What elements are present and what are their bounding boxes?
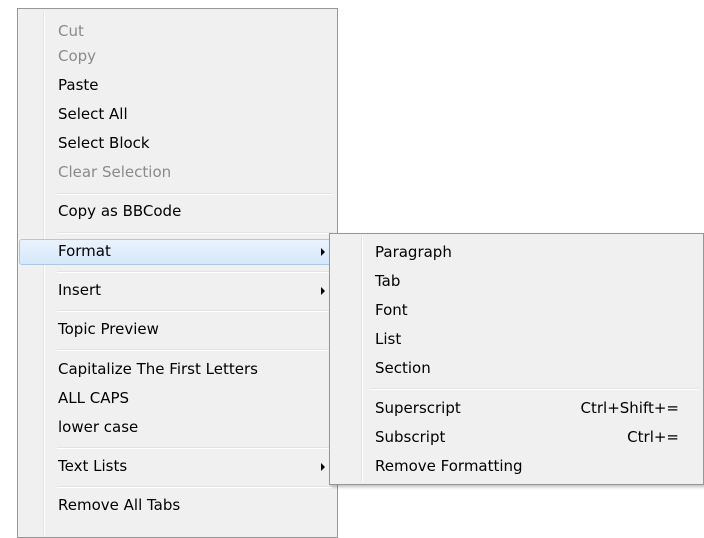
shortcut-label: Ctrl+Shift+= <box>580 399 680 417</box>
menu-item-label: lower case <box>58 418 139 436</box>
format-submenu: Paragraph Tab Font List Section Superscr… <box>329 233 704 485</box>
submenu-arrow-icon <box>321 287 325 295</box>
menu-item-label: Cut <box>58 22 84 40</box>
menu-item-capitalize-first-letters[interactable]: Capitalize The First Letters <box>20 357 335 383</box>
menu-item-select-all[interactable]: Select All <box>20 102 335 128</box>
menu-item-select-block[interactable]: Select Block <box>20 131 335 157</box>
menu-item-insert[interactable]: Insert <box>20 278 335 304</box>
submenu-item-font[interactable]: Font <box>332 298 701 324</box>
submenu-item-subscript[interactable]: Subscript Ctrl+= <box>332 425 701 451</box>
menu-separator <box>57 447 333 449</box>
menu-item-label: Insert <box>58 281 102 299</box>
context-menu: Cut Copy Paste Select All Select Block C… <box>17 8 338 538</box>
menu-item-cut: Cut <box>20 19 335 45</box>
submenu-item-superscript[interactable]: Superscript Ctrl+Shift+= <box>332 396 701 422</box>
menu-item-label: Topic Preview <box>58 320 159 338</box>
menu-item-label: Remove All Tabs <box>58 496 181 514</box>
menu-item-clear-selection: Clear Selection <box>20 160 335 186</box>
menu-item-copy: Copy <box>20 44 335 70</box>
menu-item-label: Subscript <box>375 428 446 446</box>
submenu-item-paragraph[interactable]: Paragraph <box>332 240 701 266</box>
menu-item-remove-all-tabs[interactable]: Remove All Tabs <box>20 493 335 519</box>
menu-separator <box>57 349 333 351</box>
submenu-arrow-icon <box>321 248 325 256</box>
menu-separator <box>57 486 333 488</box>
menu-separator <box>57 193 333 195</box>
menu-item-label: Tab <box>375 272 401 290</box>
menu-separator <box>57 271 333 273</box>
submenu-item-list[interactable]: List <box>332 327 701 353</box>
submenu-arrow-icon <box>321 463 325 471</box>
menu-item-label: Text Lists <box>58 457 128 475</box>
menu-item-label: Copy as BBCode <box>58 202 182 220</box>
menu-separator <box>370 388 699 390</box>
menu-item-all-caps[interactable]: ALL CAPS <box>20 386 335 412</box>
menu-item-label: Capitalize The First Letters <box>58 360 258 378</box>
menu-item-paste[interactable]: Paste <box>20 73 335 99</box>
menu-item-label: Section <box>375 359 431 377</box>
menu-item-label: Format <box>58 242 111 260</box>
menu-item-copy-as-bbcode[interactable]: Copy as BBCode <box>20 199 335 225</box>
menu-item-label: Select Block <box>58 134 150 152</box>
menu-item-label: Paste <box>58 76 99 94</box>
menu-item-text-lists[interactable]: Text Lists <box>20 454 335 480</box>
menu-item-label: Clear Selection <box>58 163 172 181</box>
submenu-item-section[interactable]: Section <box>332 356 701 382</box>
menu-item-label: ALL CAPS <box>58 389 130 407</box>
submenu-item-tab[interactable]: Tab <box>332 269 701 295</box>
menu-item-label: Select All <box>58 105 128 123</box>
menu-item-topic-preview[interactable]: Topic Preview <box>20 317 335 343</box>
menu-item-label: List <box>375 330 402 348</box>
menu-separator <box>57 310 333 312</box>
menu-item-label: Copy <box>58 47 97 65</box>
shortcut-label: Ctrl+= <box>627 428 679 446</box>
menu-item-label: Font <box>375 301 408 319</box>
submenu-item-remove-formatting[interactable]: Remove Formatting <box>332 454 701 480</box>
menu-separator <box>57 232 333 234</box>
menu-item-lower-case[interactable]: lower case <box>20 415 335 441</box>
menu-item-format[interactable]: Format <box>19 239 336 265</box>
menu-item-label: Paragraph <box>375 243 452 261</box>
menu-item-label: Superscript <box>375 399 461 417</box>
menu-item-label: Remove Formatting <box>375 457 523 475</box>
